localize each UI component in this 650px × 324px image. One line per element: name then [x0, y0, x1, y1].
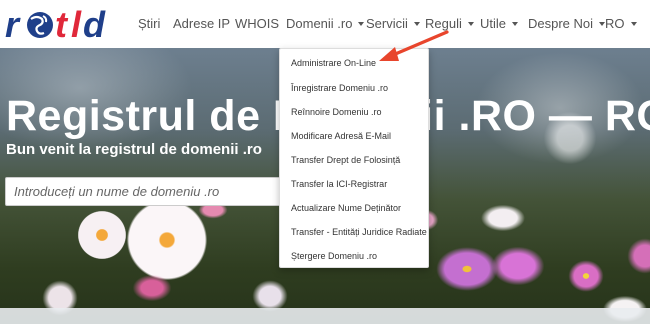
nav-whois-label: WHOIS — [235, 16, 280, 31]
menu-item-inregistrare-domeniu[interactable]: Înregistrare Domeniu .ro — [291, 83, 388, 93]
nav-utile-label: Utile — [480, 16, 507, 31]
chevron-down-icon — [512, 21, 519, 26]
nav-language-label: RO — [605, 16, 625, 31]
nav-domenii-ro-label: Domenii .ro — [286, 16, 353, 31]
nav-whois[interactable]: WHOIS — [235, 16, 279, 31]
rotld-logo[interactable]: r t l d — [5, 5, 125, 43]
flower-decoration — [130, 273, 174, 303]
nav-despre-noi-label: Despre Noi — [528, 16, 594, 31]
flower-decoration — [625, 236, 650, 276]
chevron-down-icon — [467, 21, 474, 26]
chevron-down-icon — [630, 21, 637, 26]
menu-item-stergere-domeniu[interactable]: Ștergere Domeniu .ro — [291, 251, 377, 261]
flower-decoration — [478, 203, 528, 233]
flower-decoration — [488, 244, 548, 288]
nav-despre-noi[interactable]: Despre Noi — [528, 16, 606, 31]
menu-item-actualizare-nume-detinator[interactable]: Actualizare Nume Deținător — [291, 203, 401, 213]
hero-subtitle: Bun venit la registrul de domenii .ro — [6, 141, 262, 158]
nav-utile[interactable]: Utile — [480, 16, 519, 31]
nav-domenii-ro[interactable]: Domenii .ro — [286, 16, 365, 31]
menu-item-transfer-ici-registrar[interactable]: Transfer la ICI-Registrar — [291, 179, 387, 189]
nav-adrese-ip-label: Adrese IP — [173, 16, 231, 31]
annotation-arrow-icon — [379, 30, 449, 61]
menu-item-transfer-entitati-radiate[interactable]: Transfer - Entități Juridice Radiate — [291, 227, 427, 237]
servicii-dropdown-menu: Administrare On-Line Înregistrare Domeni… — [279, 48, 429, 268]
chevron-down-icon — [413, 21, 420, 26]
svg-text:d: d — [83, 5, 106, 43]
svg-text:t: t — [55, 5, 69, 43]
menu-item-administrare-online[interactable]: Administrare On-Line — [291, 58, 376, 68]
hero-bottom-bar — [0, 308, 650, 324]
chevron-down-icon — [358, 21, 365, 26]
nav-adrese-ip[interactable]: Adrese IP — [173, 16, 230, 31]
menu-item-modificare-email[interactable]: Modificare Adresă E-Mail — [291, 131, 391, 141]
svg-text:l: l — [71, 5, 82, 43]
nav-stiri[interactable]: Știri — [138, 16, 160, 31]
nav-language[interactable]: RO — [605, 16, 637, 31]
flower-decoration — [566, 258, 606, 294]
navbar: r t l d Știri Adrese IP WHOIS Domenii .r… — [0, 0, 650, 48]
menu-item-reinnoire-domeniu[interactable]: Reînnoire Domeniu .ro — [291, 107, 382, 117]
nav-stiri-label: Știri — [138, 16, 161, 31]
domain-search-input[interactable] — [5, 177, 305, 206]
menu-item-transfer-drept-folosinta[interactable]: Transfer Drept de Folosință — [291, 155, 400, 165]
svg-text:r: r — [5, 5, 21, 43]
